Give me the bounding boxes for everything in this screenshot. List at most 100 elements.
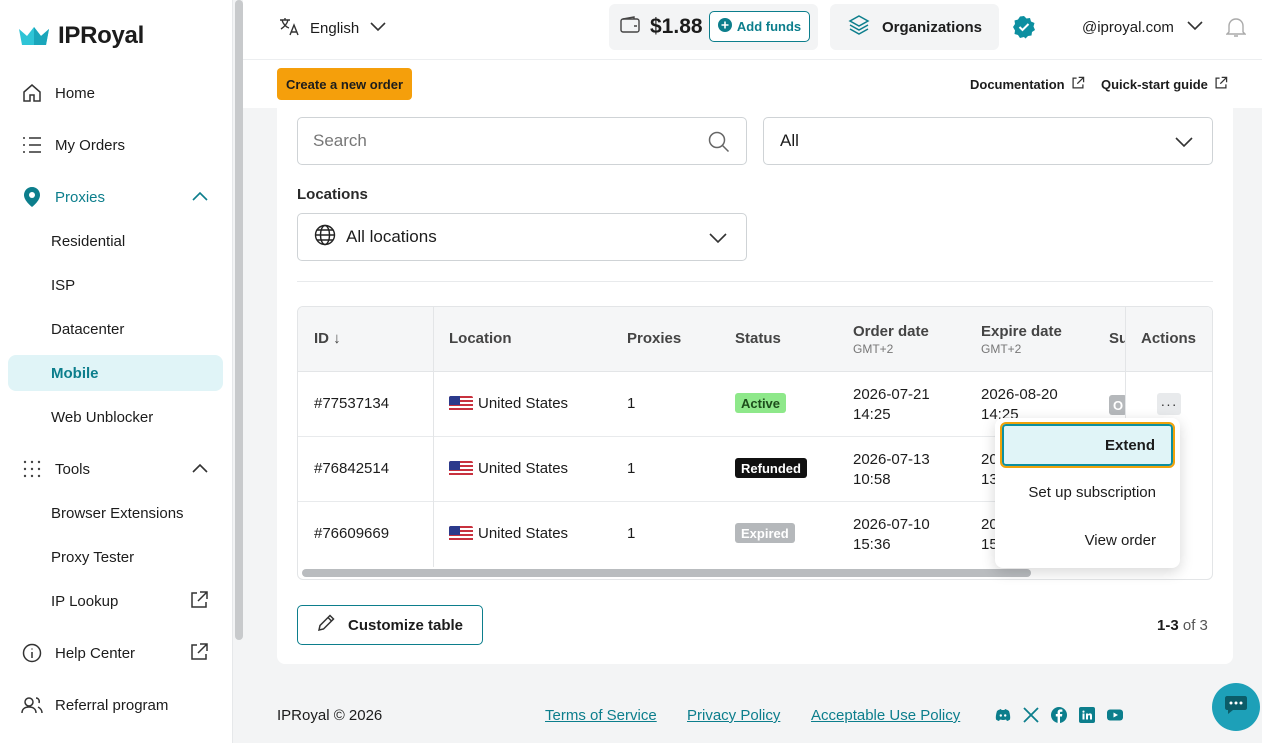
chevron-up-icon[interactable]	[191, 188, 209, 210]
bell-icon[interactable]	[1225, 16, 1247, 42]
sidebar-item-label: Proxies	[55, 188, 106, 206]
language-selector[interactable]: English	[278, 14, 387, 42]
column-header-id[interactable]: ID ↓	[314, 330, 341, 347]
create-order-button[interactable]: Create a new order	[277, 68, 412, 100]
facebook-icon[interactable]	[1051, 707, 1067, 723]
status-badge: Active	[735, 393, 787, 413]
column-header-label: ID	[314, 330, 329, 347]
language-label: English	[310, 19, 360, 37]
status-select-value: All	[780, 131, 799, 150]
sidebar-item-referral-program[interactable]: Referral program	[8, 687, 223, 723]
youtube-icon[interactable]	[1107, 707, 1123, 723]
external-link-icon	[189, 642, 209, 666]
external-link-icon	[1071, 76, 1085, 93]
wallet-icon	[620, 16, 640, 38]
order-id[interactable]: #76609669	[314, 525, 389, 542]
quick-start-label: Quick-start guide	[1101, 77, 1208, 92]
timezone-label: GMT+2	[853, 342, 894, 356]
sidebar-item-label: Datacenter	[51, 320, 125, 338]
aup-link[interactable]: Acceptable Use Policy	[811, 707, 960, 724]
add-funds-button[interactable]: Add funds	[709, 11, 810, 42]
search-input[interactable]: Search	[297, 117, 747, 165]
sidebar-scrollbar[interactable]	[235, 0, 243, 640]
sidebar-item-label: Browser Extensions	[51, 504, 184, 522]
view-order-menu-item[interactable]: View order	[1085, 532, 1156, 549]
extend-menu-item[interactable]: Extend	[1000, 422, 1175, 468]
order-location: United States	[449, 460, 569, 478]
sidebar-item-tools[interactable]: Tools	[8, 451, 223, 487]
order-date: 2026-07-21 14:25	[853, 385, 930, 425]
order-id[interactable]: #76842514	[314, 460, 389, 477]
sidebar-item-label: Referral program	[55, 696, 169, 714]
account-email: @iproyal.com	[1082, 18, 1174, 36]
more-horizontal-icon: ···	[1160, 396, 1178, 412]
location-label: United States	[478, 460, 569, 477]
locations-select-value: All locations	[346, 227, 437, 246]
order-date: 2026-07-10 15:36	[853, 515, 930, 555]
sidebar-item-label: Help Center	[55, 644, 136, 662]
sidebar-item-browser-extensions[interactable]: Browser Extensions	[8, 495, 223, 531]
us-flag-icon	[449, 526, 473, 543]
sidebar-item-label: IP Lookup	[51, 592, 119, 610]
terms-link[interactable]: Terms of Service	[545, 707, 657, 724]
location-pin-icon	[20, 185, 44, 209]
documentation-label: Documentation	[970, 77, 1065, 92]
x-twitter-icon[interactable]	[1023, 707, 1039, 723]
date-value: 2026-07-21	[853, 386, 930, 403]
account-menu[interactable]: @iproyal.com	[1082, 16, 1204, 38]
date-value: 2026-07-13	[853, 451, 930, 468]
globe-icon	[314, 224, 336, 251]
organizations-button[interactable]: Organizations	[830, 4, 999, 50]
sidebar-item-label: Mobile	[51, 364, 99, 382]
sidebar-item-web-unblocker[interactable]: Web Unblocker	[8, 399, 223, 435]
sidebar-item-help-center[interactable]: Help Center	[8, 635, 223, 671]
sidebar-item-ip-lookup[interactable]: IP Lookup	[8, 583, 223, 619]
customize-table-button[interactable]: Customize table	[297, 605, 483, 645]
sidebar-item-label: ISP	[51, 276, 76, 294]
documentation-link[interactable]: Documentation	[970, 76, 1085, 93]
sidebar-item-datacenter[interactable]: Datacenter	[8, 311, 223, 347]
status-select[interactable]: All	[763, 117, 1213, 165]
column-header-label: Actions	[1141, 330, 1197, 347]
external-link-icon	[1214, 76, 1228, 93]
row-actions-button[interactable]: ···	[1157, 393, 1181, 415]
sidebar-item-label: My Orders	[55, 136, 126, 154]
locations-select[interactable]: All locations	[297, 213, 747, 261]
date-value: 2026-08-20	[981, 386, 1058, 403]
order-id[interactable]: #77537134	[314, 395, 389, 412]
table-horizontal-scrollbar[interactable]	[302, 569, 1031, 577]
status-badge: Expired	[735, 523, 795, 543]
linkedin-icon[interactable]	[1079, 707, 1095, 723]
filters-divider	[297, 281, 1213, 282]
table-header: ID ↓ Location Proxies Status Order date G…	[298, 307, 1212, 372]
quick-start-link[interactable]: Quick-start guide	[1101, 76, 1228, 93]
chat-support-button[interactable]	[1212, 683, 1260, 731]
column-header-proxies: Proxies	[627, 330, 682, 347]
sidebar-item-my-orders[interactable]: My Orders	[8, 127, 223, 163]
sidebar-item-residential[interactable]: Residential	[8, 223, 223, 259]
order-date: 2026-07-13 10:58	[853, 450, 930, 490]
setup-subscription-menu-item[interactable]: Set up subscription	[1028, 484, 1156, 501]
sidebar-item-home[interactable]: Home	[8, 75, 223, 111]
sidebar-item-proxy-tester[interactable]: Proxy Tester	[8, 539, 223, 575]
sidebar-item-proxies[interactable]: Proxies	[8, 179, 223, 215]
us-flag-icon	[449, 396, 473, 413]
discord-icon[interactable]	[995, 707, 1011, 723]
balance-widget: $1.88 Add funds	[609, 4, 818, 50]
chevron-up-icon[interactable]	[191, 460, 209, 482]
brand-logo[interactable]: IPRoyal	[18, 22, 144, 50]
users-icon	[20, 693, 44, 717]
home-icon	[20, 81, 44, 105]
sidebar-item-label: Proxy Tester	[51, 548, 135, 566]
sidebar-item-label: Home	[55, 84, 96, 102]
sidebar: IPRoyal Home My Orders Proxies Residenti…	[0, 0, 233, 743]
chevron-down-icon	[1174, 133, 1194, 156]
search-placeholder: Search	[313, 131, 367, 150]
sidebar-item-mobile[interactable]: Mobile	[8, 355, 223, 391]
column-header-label: Expire date	[981, 323, 1062, 340]
proxy-count: 1	[627, 460, 636, 477]
sidebar-item-isp[interactable]: ISP	[8, 267, 223, 303]
privacy-link[interactable]: Privacy Policy	[687, 707, 780, 724]
column-header-actions: Actions	[1126, 307, 1212, 372]
sidebar-item-label: Residential	[51, 232, 126, 250]
